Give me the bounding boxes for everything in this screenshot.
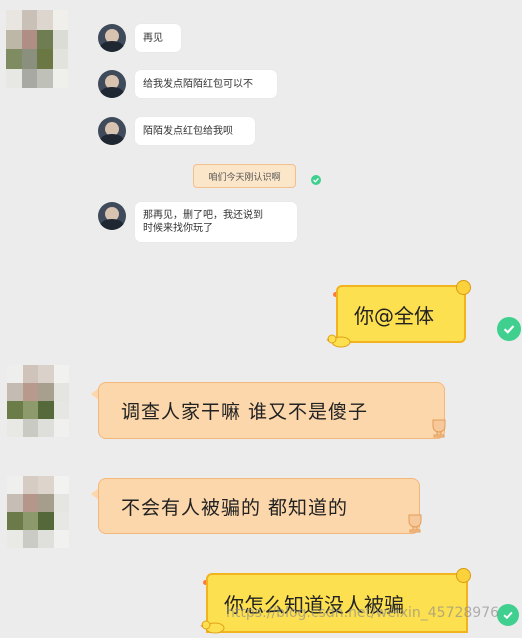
avatar[interactable] — [98, 24, 126, 52]
message-bubble: 陌陌发点红包给我呗 — [135, 117, 255, 145]
message-text: 不会有人被骗的 都知道的 — [121, 496, 349, 519]
message-bubble: 调查人家干嘛 谁又不是傻子 — [98, 382, 445, 439]
check-circle-icon — [311, 175, 321, 185]
avatar[interactable] — [98, 70, 126, 98]
message-bubble: 那再见，删了吧，我还说到 时候来找你玩了 — [135, 202, 297, 242]
avatar-pixelated[interactable] — [7, 476, 69, 548]
check-circle-icon — [497, 317, 521, 341]
avatar[interactable] — [98, 202, 126, 230]
duck-icon — [200, 619, 226, 634]
outgoing-message-bubble: 你@全体 — [336, 285, 466, 343]
message-bubble: 给我发点陌陌红包可以不 — [135, 70, 277, 98]
outgoing-message-bubble: 咱们今天刚认识啊 — [193, 164, 296, 188]
avatar-pixelated[interactable] — [7, 365, 69, 437]
outgoing-message-bubble: 你怎么知道没人被骗 — [206, 573, 468, 633]
message-line: 时候来找你玩了 — [143, 223, 213, 234]
message-line: 那再见，删了吧，我还说到 — [143, 210, 263, 221]
duck-icon — [326, 333, 352, 348]
check-circle-icon — [497, 604, 519, 626]
avatar-pixelated[interactable] — [6, 10, 68, 88]
coin-icon — [456, 568, 471, 583]
message-bubble: 再见 — [135, 24, 181, 52]
trophy-icon — [404, 513, 426, 533]
message-text: 你@全体 — [354, 303, 434, 328]
coin-icon — [456, 280, 471, 295]
avatar[interactable] — [98, 117, 126, 145]
message-text: 调查人家干嘛 谁又不是傻子 — [121, 401, 369, 423]
message-bubble: 不会有人被骗的 都知道的 — [98, 478, 420, 534]
watermark: https://blog.csdn.net/weixin_45728976 — [226, 605, 500, 621]
trophy-icon — [428, 418, 450, 438]
